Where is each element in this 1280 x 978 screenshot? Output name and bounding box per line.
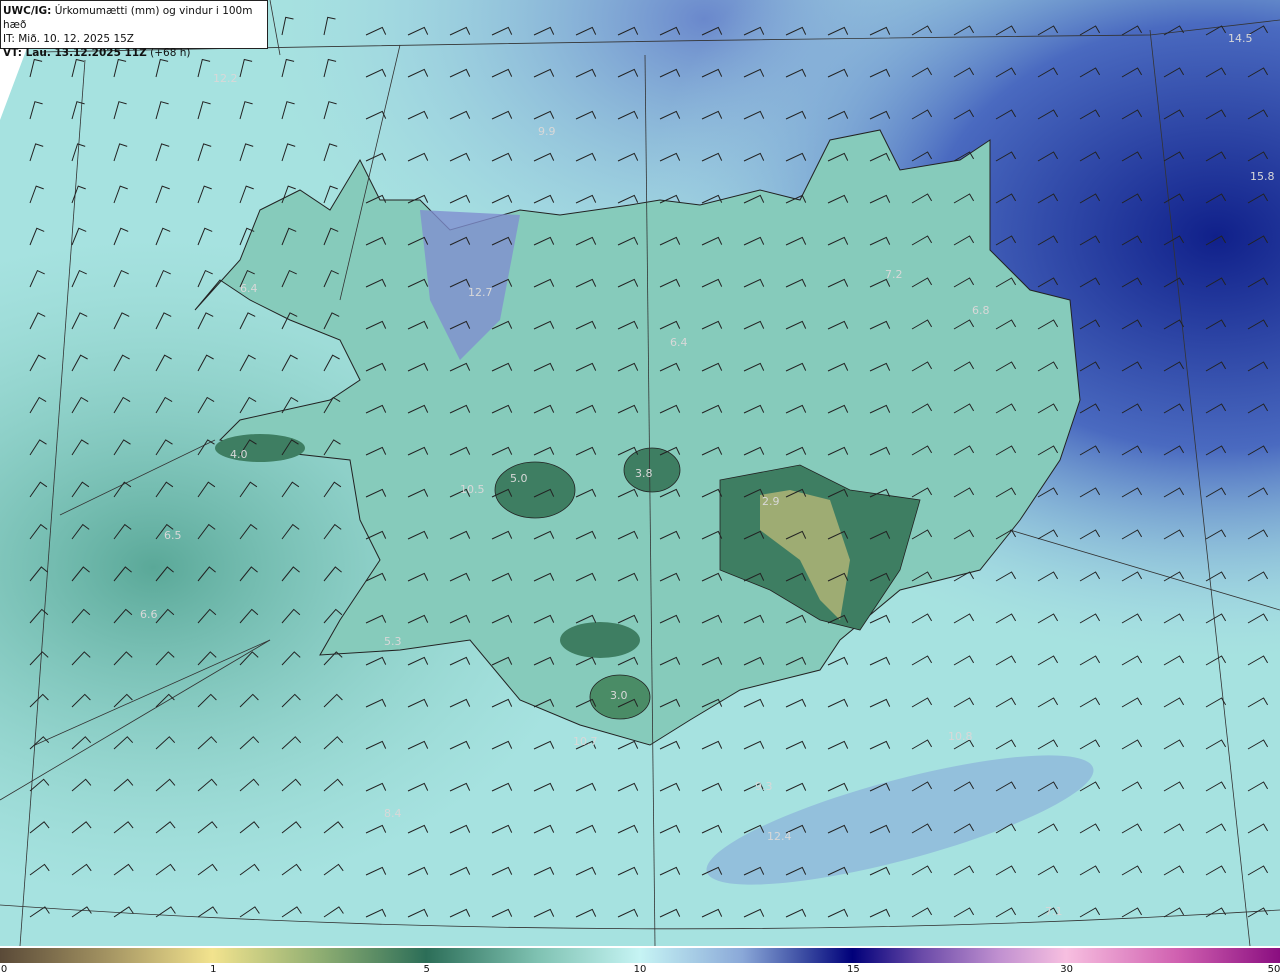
valid-time: VT: Lau. 13.12.2025 11Z bbox=[3, 47, 147, 59]
precip-value-label: 2.9 bbox=[762, 495, 780, 508]
precip-value-label: 9.3 bbox=[755, 780, 773, 793]
precip-value-label: 14.5 bbox=[1228, 32, 1253, 45]
precip-value-label: 9.9 bbox=[538, 125, 556, 138]
precip-value-label: 12.2 bbox=[213, 72, 238, 85]
colorbar-tick: 10 bbox=[633, 964, 647, 975]
eyjafjallajokull bbox=[560, 622, 640, 658]
colorbar-tick: 30 bbox=[1060, 964, 1074, 975]
precip-value-label: 3.0 bbox=[610, 689, 628, 702]
precip-value-label: 15.8 bbox=[1250, 170, 1275, 183]
precip-value-label: 3.8 bbox=[635, 467, 653, 480]
precip-value-label: 12.7 bbox=[468, 286, 493, 299]
precip-value-label: 6.5 bbox=[164, 529, 182, 542]
precip-value-label: 5.3 bbox=[384, 635, 402, 648]
precip-value-label: 10.8 bbox=[948, 730, 973, 743]
precip-value-label: 10.7 bbox=[573, 735, 598, 748]
colorbar-tick: 1 bbox=[210, 964, 217, 975]
precip-value-label: 6.4 bbox=[240, 282, 258, 295]
precip-value-label: 5.0 bbox=[510, 472, 528, 485]
issue-time: IT: Mið. 10. 12. 2025 15Z bbox=[3, 33, 134, 45]
precip-value-label: 7.2 bbox=[885, 268, 903, 281]
precip-value-label: 8.4 bbox=[384, 807, 402, 820]
lead-time: (+68 h) bbox=[150, 47, 191, 59]
precip-value-label: 12.4 bbox=[767, 830, 792, 843]
model-name: UWC/IG: bbox=[3, 5, 52, 17]
title-box: UWC/IG: Úrkomumætti (mm) og vindur i 100… bbox=[0, 0, 268, 59]
colorbar-tick: 50 bbox=[1267, 964, 1280, 975]
precip-value-label: 6.6 bbox=[140, 608, 158, 621]
precip-value-label: 6.4 bbox=[670, 336, 688, 349]
precipitation-map: 12.2 14.5 15.8 9.9 6.4 12.7 7.2 6.8 6.4 4.0 5.0 3.8… bbox=[0, 0, 1280, 946]
precip-value-label: 10.5 bbox=[460, 483, 485, 496]
colorbar-tick: 0 bbox=[0, 964, 8, 975]
colorbar-tick: 5 bbox=[423, 964, 430, 975]
colorbar bbox=[0, 948, 1280, 963]
precip-value-label: 4.0 bbox=[230, 448, 248, 461]
colorbar-tick: 15 bbox=[846, 964, 860, 975]
precip-value-label: 7.1 bbox=[1045, 905, 1063, 918]
precip-value-label: 6.8 bbox=[972, 304, 990, 317]
snaefellsnes-high bbox=[215, 434, 305, 462]
